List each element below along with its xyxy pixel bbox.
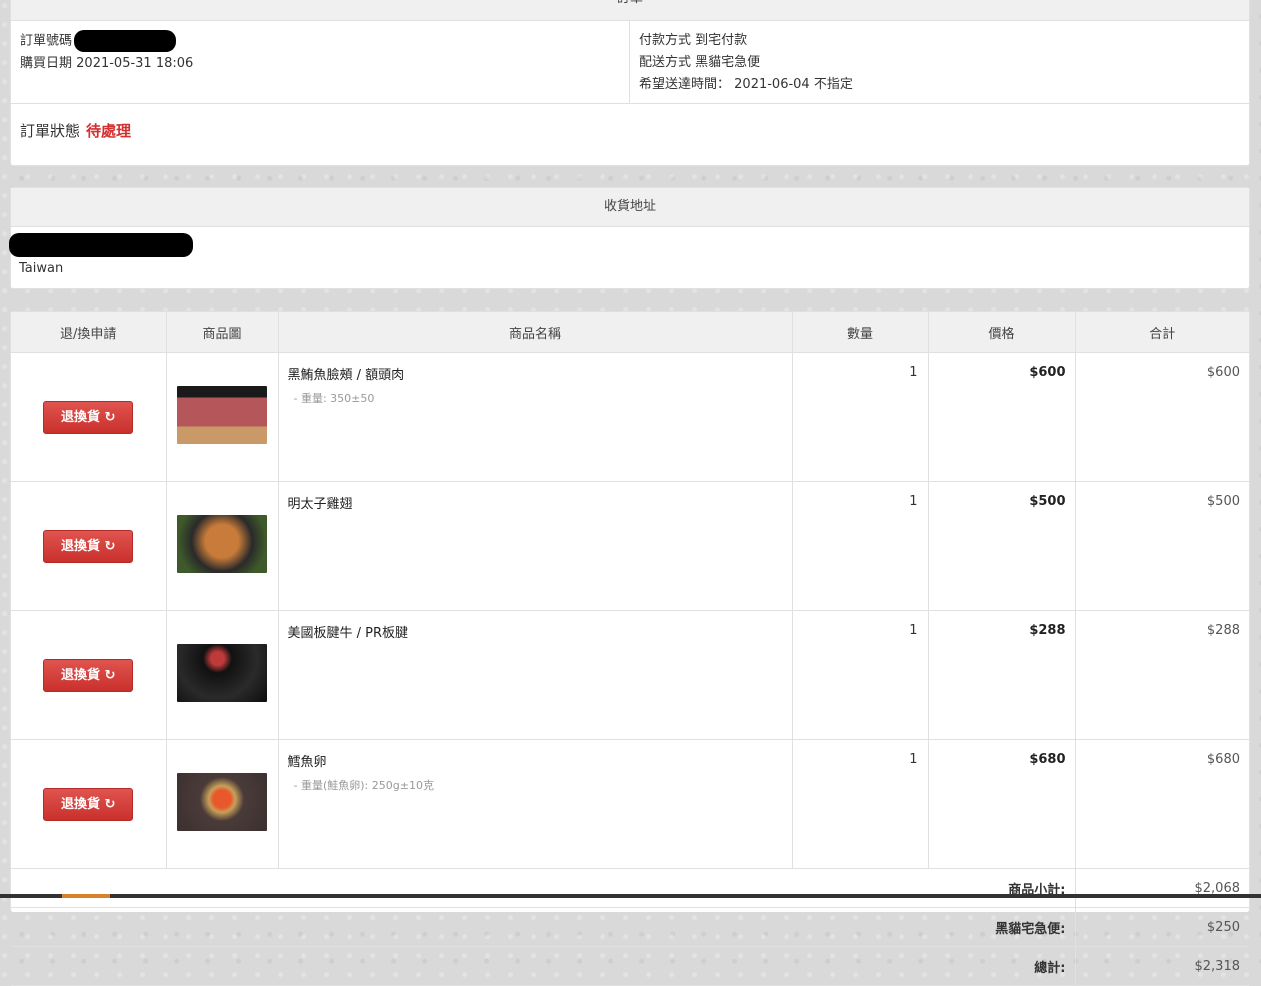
product-name-link[interactable]: 明太子雞翅	[288, 493, 783, 512]
return-button[interactable]: 退換貨 ↻	[43, 658, 134, 692]
address-panel-header: 收貨地址	[11, 188, 1249, 227]
subtotal-label: 商品小計:	[11, 868, 1076, 908]
bottom-taskbar	[0, 894, 1261, 898]
payment-value: 到宅付款	[695, 33, 748, 48]
delivery-row: 希望送達時間： 2021-06-04 不指定	[639, 74, 1240, 96]
table-header-row: 退/換申請 商品圖 商品名稱 數量 價格 合計	[11, 312, 1249, 353]
order-number-label: 訂單號碼	[20, 33, 73, 49]
order-number-redacted	[74, 30, 177, 52]
return-cell: 退換貨 ↻	[11, 739, 167, 869]
price-cell: $600	[928, 352, 1076, 482]
image-cell	[166, 610, 279, 740]
total-cell: $680	[1075, 739, 1249, 869]
qty-cell: 1	[792, 352, 929, 482]
product-thumbnail[interactable]	[177, 644, 267, 702]
subtotal-value: $2,068	[1075, 868, 1249, 908]
price-cell: $500	[928, 481, 1076, 611]
order-panel-header: 訂單	[11, 0, 1249, 21]
total-cell: $600	[1075, 352, 1249, 482]
address-body: Taiwan	[9, 227, 1249, 291]
table-row: 退換貨 ↻ 美國板腱牛 / PR板腱 1 $288 $288	[11, 610, 1249, 740]
col-price: 價格	[928, 312, 1076, 353]
address-redacted	[9, 233, 193, 257]
address-panel: 收貨地址 Taiwan	[9, 187, 1250, 291]
return-button[interactable]: 退換貨 ↻	[43, 400, 134, 434]
shipping-value: 黑貓宅急便	[695, 55, 761, 70]
shipping-fee-label: 黑貓宅急便:	[11, 907, 1076, 947]
price-cell: $288	[928, 610, 1076, 740]
name-cell: 黑鮪魚臉頰 / 額頭肉 - 重量: 350±50	[278, 352, 793, 482]
return-button[interactable]: 退換貨 ↻	[43, 529, 134, 563]
product-option: - 重量(鮭魚卵): 250g±10克	[293, 779, 434, 792]
order-panel: 訂單 訂單號碼 購買日期 2021-05-31 18:06 付款方式 到宅付款 …	[10, 0, 1250, 166]
order-date-row: 購買日期 2021-05-31 18:06	[20, 53, 620, 75]
product-name-link[interactable]: 黑鮪魚臉頰 / 額頭肉	[288, 364, 783, 383]
order-number-row: 訂單號碼	[20, 30, 620, 53]
payment-label: 付款方式	[639, 33, 692, 48]
name-cell: 鱈魚卵 - 重量(鮭魚卵): 250g±10克	[278, 739, 793, 869]
col-qty: 數量	[792, 312, 929, 353]
shipping-row: 配送方式 黑貓宅急便	[639, 52, 1240, 74]
order-date-label: 購買日期	[20, 55, 73, 71]
grand-total-label: 總計:	[11, 946, 1076, 986]
order-status-label: 訂單狀態	[20, 122, 81, 140]
image-cell	[166, 352, 279, 482]
product-name-link[interactable]: 鱈魚卵	[288, 751, 783, 770]
image-cell	[166, 481, 279, 611]
product-thumbnail[interactable]	[177, 515, 267, 573]
qty-cell: 1	[792, 610, 929, 740]
qty-cell: 1	[792, 481, 929, 611]
bottom-taskbar-accent	[62, 894, 110, 898]
product-option: - 重量: 350±50	[293, 392, 375, 405]
return-cell: 退換貨 ↻	[11, 481, 167, 611]
price-cell: $680	[928, 739, 1076, 869]
table-row: 退換貨 ↻ 鱈魚卵 - 重量(鮭魚卵): 250g±10克 1 $680 $68…	[11, 739, 1249, 869]
order-items-table: 退/換申請 商品圖 商品名稱 數量 價格 合計 退換貨 ↻ 黑鮪魚臉頰 / 額頭…	[11, 312, 1249, 986]
order-status-row: 訂單狀態 待處理	[11, 104, 1249, 157]
col-name: 商品名稱	[278, 312, 793, 353]
name-cell: 美國板腱牛 / PR板腱	[278, 610, 793, 740]
product-thumbnail[interactable]	[177, 386, 267, 444]
table-row: 退換貨 ↻ 明太子雞翅 1 $500 $500	[11, 481, 1249, 611]
qty-cell: 1	[792, 739, 929, 869]
col-image: 商品圖	[166, 312, 279, 353]
return-button[interactable]: 退換貨 ↻	[43, 787, 134, 821]
order-info: 訂單號碼 購買日期 2021-05-31 18:06 付款方式 到宅付款 配送方…	[11, 21, 1249, 104]
grand-total-row: 總計: $2,318	[11, 946, 1249, 986]
total-cell: $288	[1075, 610, 1249, 740]
payment-row: 付款方式 到宅付款	[639, 30, 1240, 52]
col-total: 合計	[1075, 312, 1249, 353]
order-status-value: 待處理	[86, 122, 132, 140]
shipping-fee-row: 黑貓宅急便: $250	[11, 907, 1249, 947]
col-return: 退/換申請	[11, 312, 167, 353]
subtotal-row: 商品小計: $2,068	[11, 868, 1249, 908]
table-row: 退換貨 ↻ 黑鮪魚臉頰 / 額頭肉 - 重量: 350±50 1 $600 $6…	[11, 352, 1249, 482]
product-thumbnail[interactable]	[177, 773, 267, 831]
order-date-value: 2021-05-31 18:06	[76, 55, 194, 71]
image-cell	[166, 739, 279, 869]
delivery-label: 希望送達時間：	[639, 77, 731, 92]
grand-total-value: $2,318	[1075, 946, 1249, 986]
order-info-left: 訂單號碼 購買日期 2021-05-31 18:06	[11, 21, 630, 103]
return-cell: 退換貨 ↻	[11, 352, 167, 482]
return-cell: 退換貨 ↻	[11, 610, 167, 740]
total-cell: $500	[1075, 481, 1249, 611]
delivery-value: 2021-06-04 不指定	[734, 77, 853, 92]
address-country: Taiwan	[19, 261, 64, 276]
shipping-fee-value: $250	[1075, 907, 1249, 947]
name-cell: 明太子雞翅	[278, 481, 793, 611]
shipping-label: 配送方式	[639, 55, 692, 70]
product-name-link[interactable]: 美國板腱牛 / PR板腱	[288, 622, 783, 641]
items-panel: 退/換申請 商品圖 商品名稱 數量 價格 合計 退換貨 ↻ 黑鮪魚臉頰 / 額頭…	[10, 311, 1250, 986]
order-info-right: 付款方式 到宅付款 配送方式 黑貓宅急便 希望送達時間： 2021-06-04 …	[630, 21, 1249, 103]
